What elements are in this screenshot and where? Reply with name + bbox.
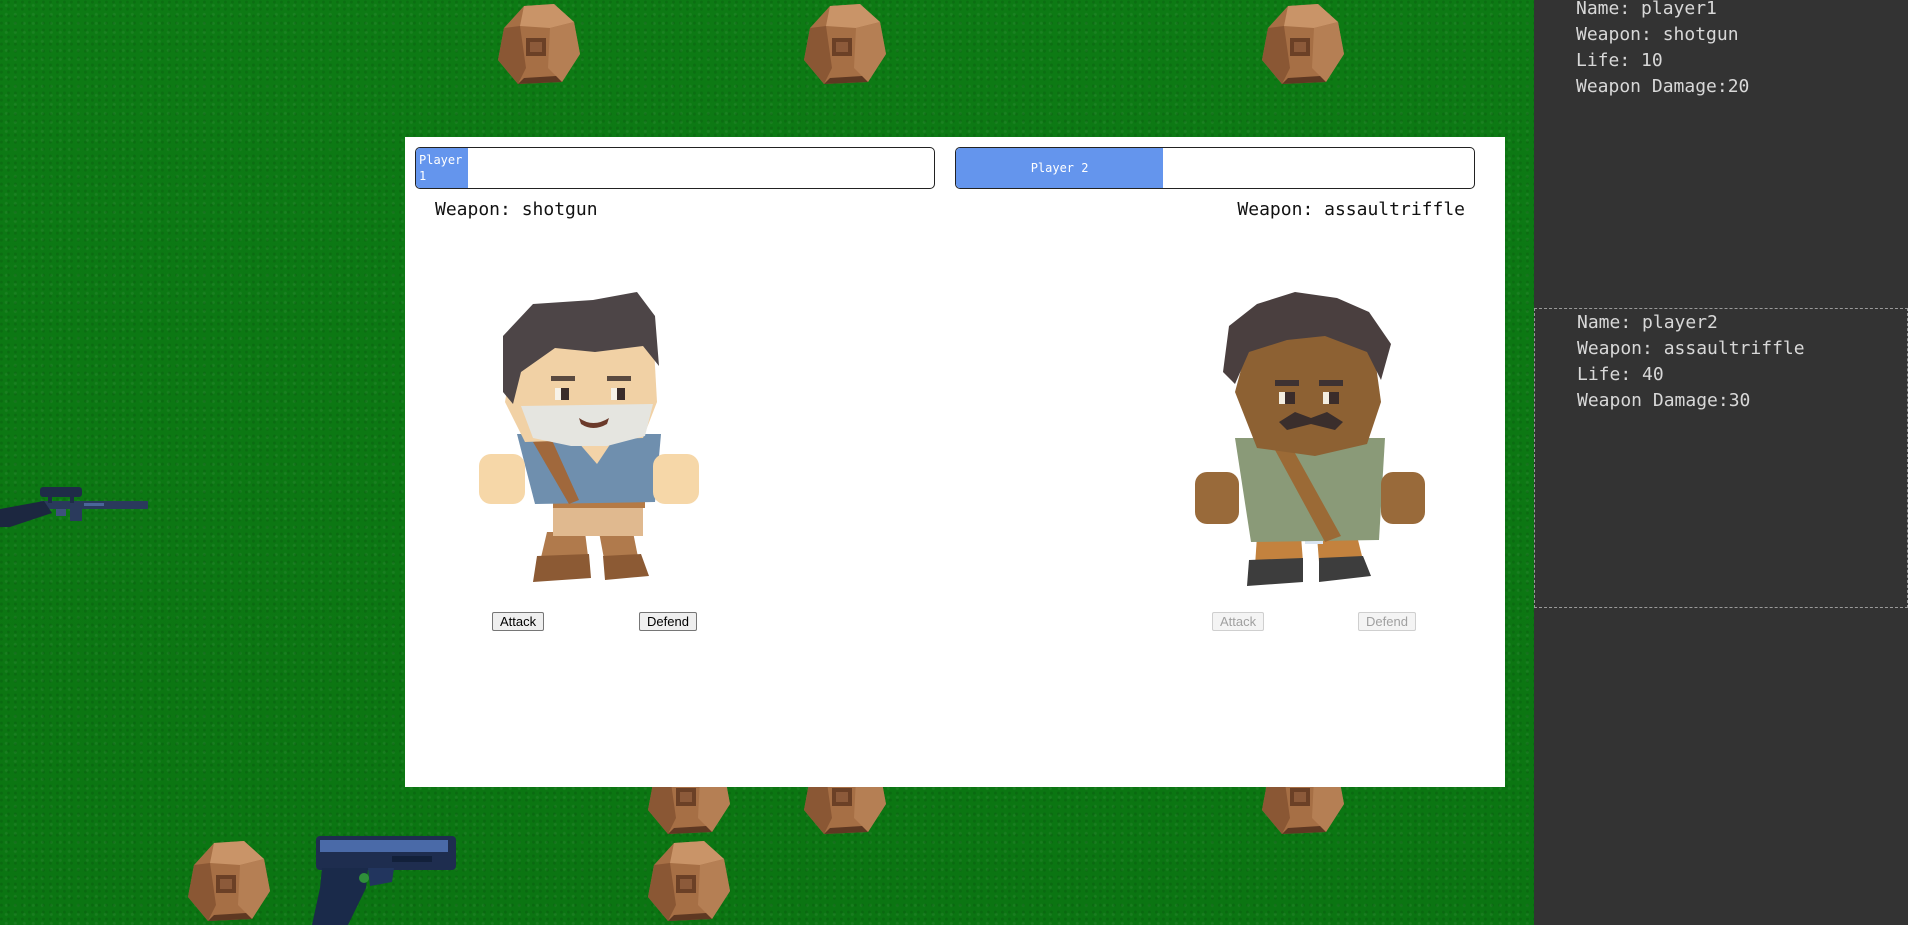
rock-icon [1254, 0, 1350, 88]
player1-character [479, 292, 699, 582]
player2-defend-button: Defend [1358, 612, 1416, 631]
player2-health-bar: Player 2 [955, 147, 1475, 189]
player2-weapon-damage: Weapon Damage:30 [1577, 390, 1751, 411]
player1-attack-button[interactable]: Attack [492, 612, 545, 631]
player-info-sidebar: Name: player1 Weapon: shotgun Life: 10 W… [1534, 0, 1908, 925]
sniper-rifle-icon [0, 487, 148, 527]
rock-icon [796, 0, 892, 88]
player1-defend-button[interactable]: Defend [639, 612, 697, 631]
player1-name: Name: player1 [1576, 0, 1717, 19]
pistol-icon [312, 836, 456, 925]
player1-weapon-damage: Weapon Damage:20 [1576, 76, 1750, 97]
player1-info-card: Name: player1 Weapon: shotgun Life: 10 W… [1534, 0, 1908, 100]
player1-health-bar: Player 1 [415, 147, 935, 189]
fight-panel: Player 1 Player 2 Weapon: shotgun Weapon… [405, 137, 1505, 787]
player2-info-card: Name: player2 Weapon: assaultriffle Life… [1534, 308, 1908, 608]
player2-weapon-label: Weapon: assaultriffle [1237, 199, 1465, 220]
player1-life: Life: 10 [1576, 50, 1663, 71]
player1-health-fill: Player 1 [416, 148, 468, 188]
game-board: Player 1 Player 2 Weapon: shotgun Weapon… [0, 0, 1534, 925]
player2-life: Life: 40 [1577, 364, 1664, 385]
rock-icon [180, 835, 276, 925]
player2-attack-button: Attack [1212, 612, 1265, 631]
player2-character [1195, 292, 1425, 586]
player2-health-fill: Player 2 [956, 148, 1164, 188]
player2-weapon: Weapon: assaultriffle [1577, 338, 1805, 359]
rock-icon [490, 0, 586, 88]
player2-name: Name: player2 [1577, 312, 1718, 333]
player1-weapon: Weapon: shotgun [1576, 24, 1739, 45]
player1-weapon-label: Weapon: shotgun [435, 199, 598, 220]
rock-icon [640, 835, 736, 925]
